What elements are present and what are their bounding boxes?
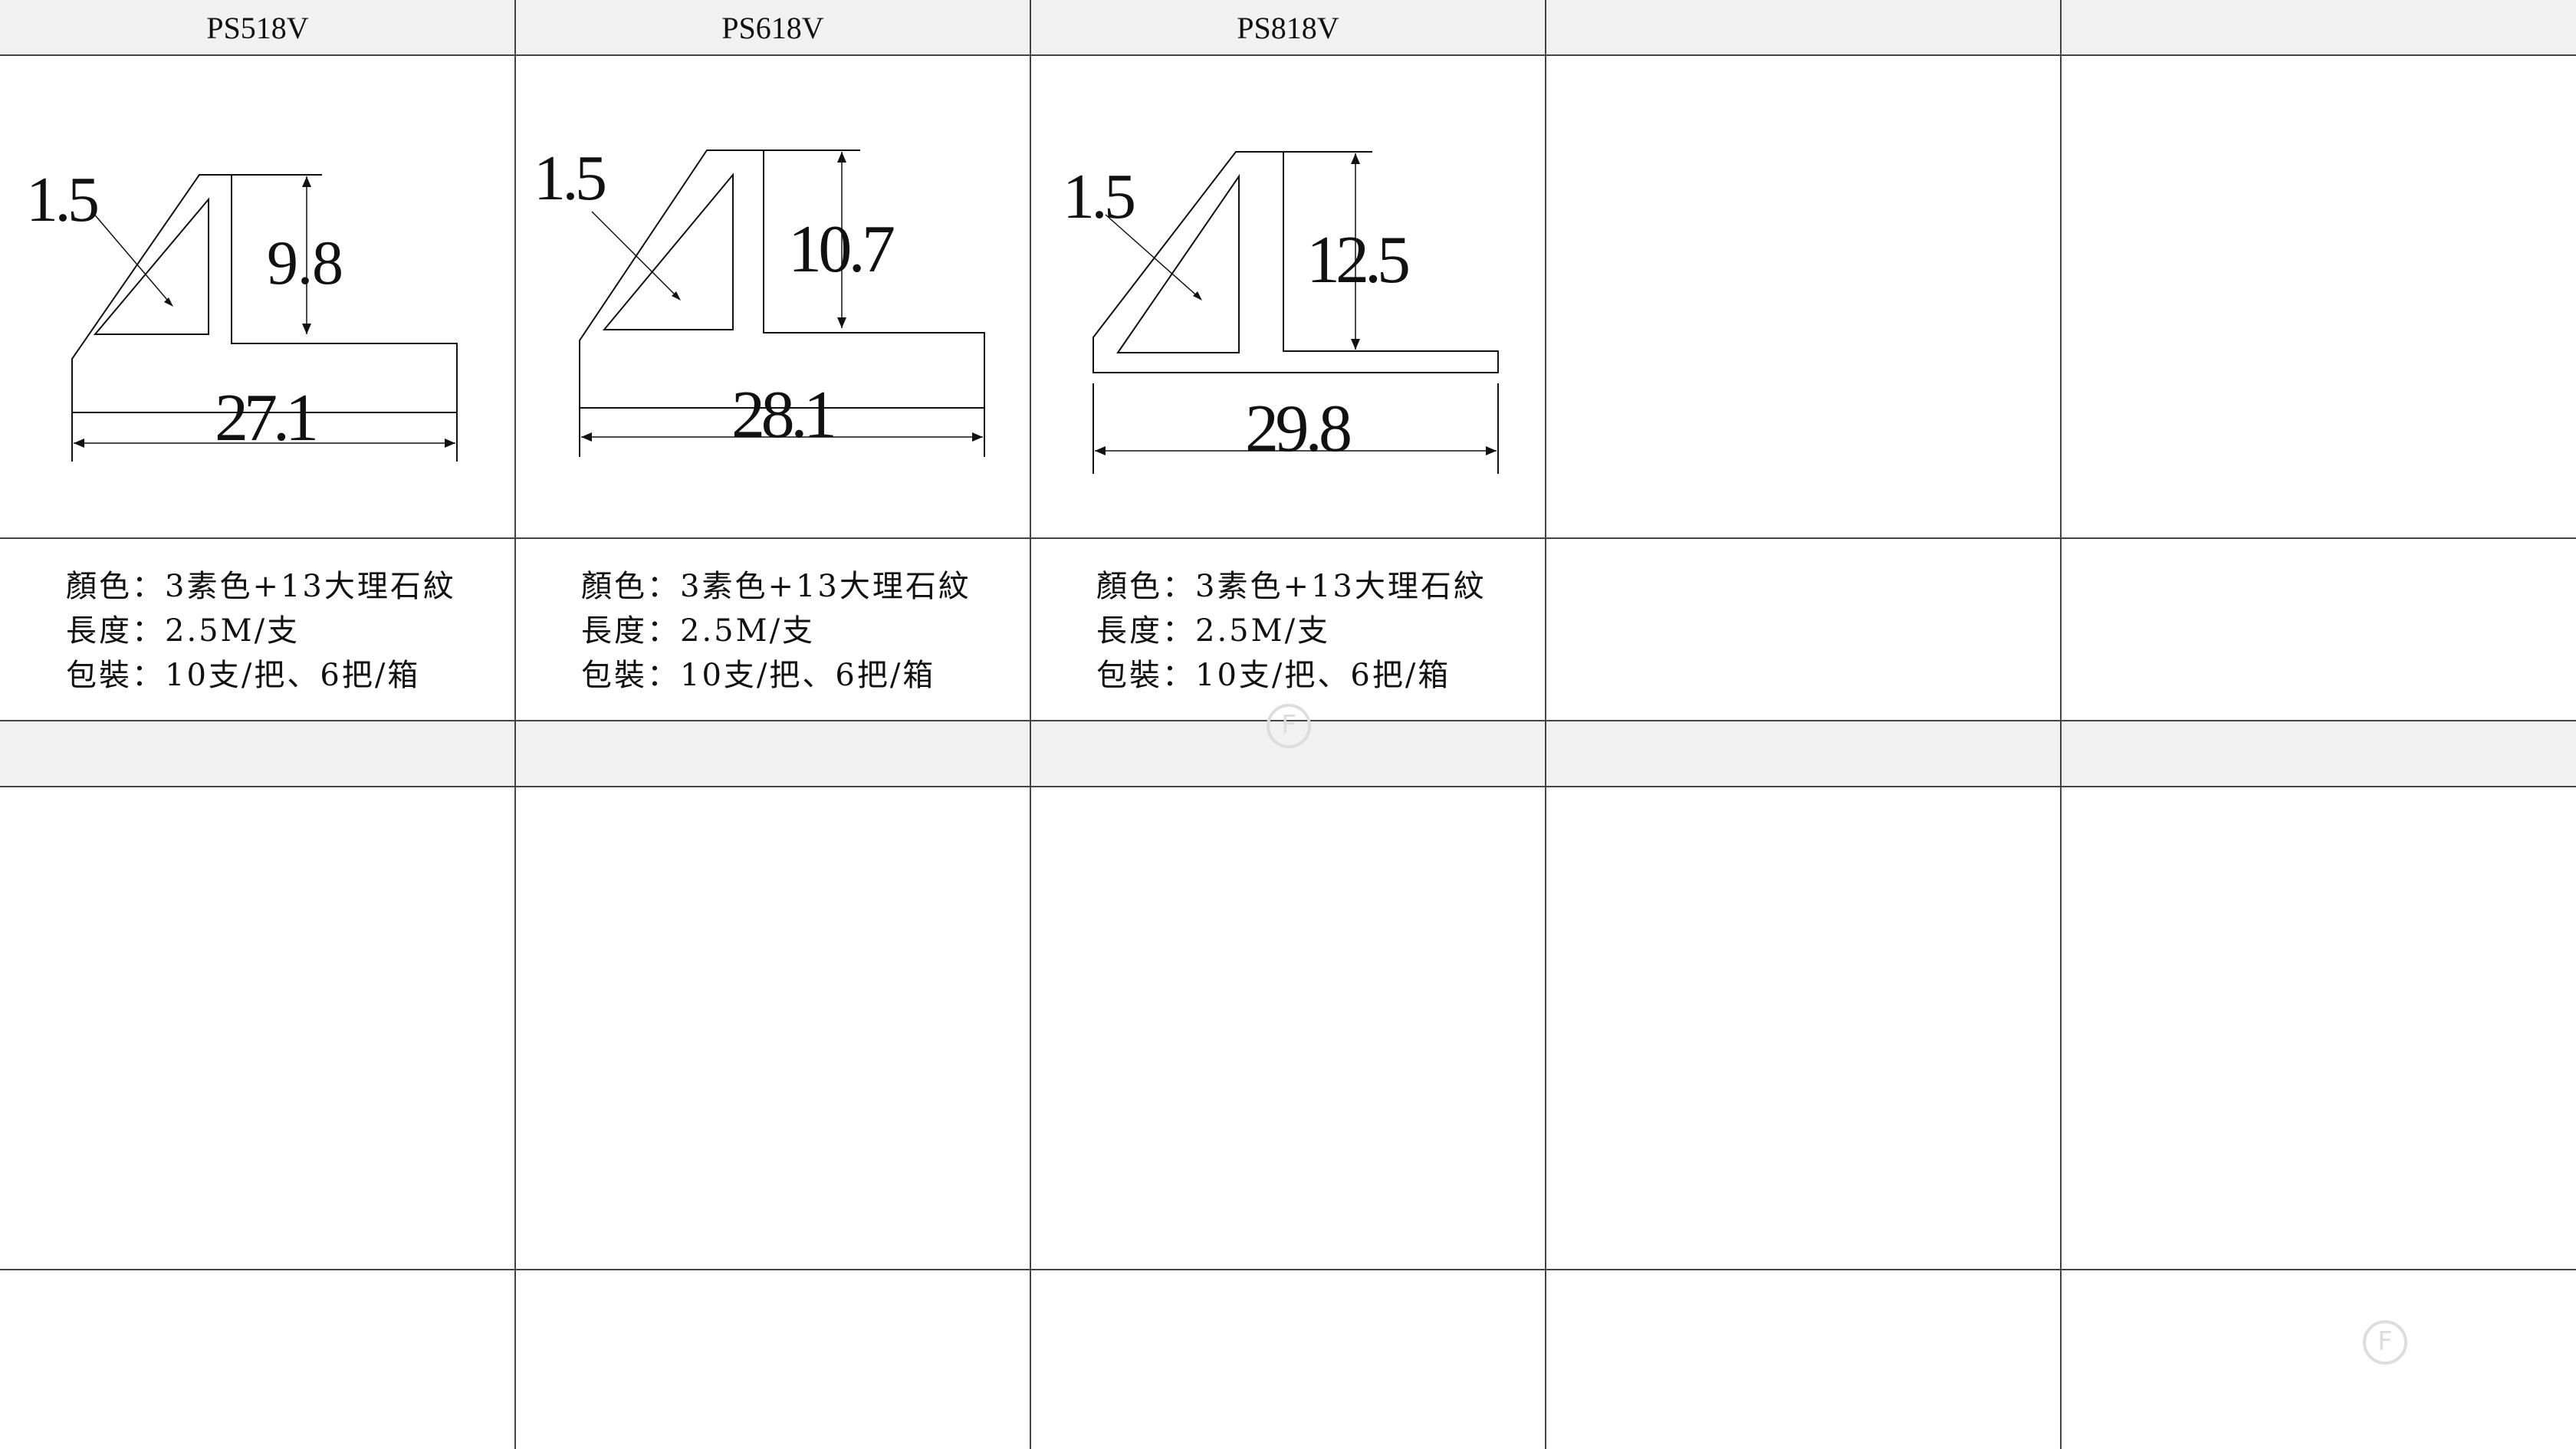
height-label: 10.7 [788,212,895,287]
product-spec-table: PS518V PS618V PS818V 1.5 9.8 27.1 1.5 10… [0,0,2576,1449]
spec-block-3: 顏色：3素色+13大理石紋 長度：2.5M/支 包裝：10支/把、6把/箱 [1030,538,1546,721]
spec-packaging: 包裝：10支/把、6把/箱 [1096,658,1451,693]
brand-watermark-icon [1267,704,1311,748]
spec-color: 顏色：3素色+13大理石紋 [581,569,971,604]
profile-drawing-ps518v: 1.5 9.8 27.1 [26,164,458,462]
spec-color: 顏色：3素色+13大理石紋 [1096,569,1487,604]
spec-length: 長度：2.5M/支 [581,613,816,649]
spec-packaging: 包裝：10支/把、6把/箱 [66,658,421,693]
height-label: 9.8 [267,228,343,297]
model-header-2: PS618V [515,0,1030,55]
column-divider [514,0,516,1449]
spec-block-1: 顏色：3素色+13大理石紋 長度：2.5M/支 包裝：10支/把、6把/箱 [0,538,515,721]
model-name: PS818V [1237,10,1339,45]
model-header-5 [2061,0,2576,55]
thickness-label: 1.5 [534,143,607,214]
column-divider [2060,0,2062,1449]
spec-length: 長度：2.5M/支 [66,613,301,649]
row-divider [0,54,2576,56]
row-divider [0,786,2576,787]
thickness-label: 1.5 [26,164,100,235]
column-divider [1030,0,1031,1449]
width-label: 29.8 [1245,392,1352,466]
spec-length: 長度：2.5M/支 [1096,613,1331,649]
height-label: 12.5 [1306,223,1411,297]
row-divider [0,1269,2576,1270]
profile-drawing-ps618v: 1.5 10.7 28.1 [534,143,985,457]
brand-watermark-icon [2363,1320,2407,1365]
model-header-4 [1546,0,2061,55]
model-header-1: PS518V [0,0,515,55]
model-name: PS518V [206,10,309,45]
spec-packaging: 包裝：10支/把、6把/箱 [581,658,936,693]
width-label: 28.1 [731,378,837,452]
width-label: 27.1 [215,381,319,455]
profile-drawing-ps818v: 1.5 12.5 29.8 [1063,151,1499,474]
spec-block-2: 顏色：3素色+13大理石紋 長度：2.5M/支 包裝：10支/把、6把/箱 [515,538,1030,721]
model-header-3: PS818V [1030,0,1546,55]
model-name: PS618V [721,10,824,45]
column-divider [1545,0,1546,1449]
spec-color: 顏色：3素色+13大理石紋 [66,569,456,604]
thickness-label: 1.5 [1063,161,1136,232]
row-divider [0,537,2576,539]
